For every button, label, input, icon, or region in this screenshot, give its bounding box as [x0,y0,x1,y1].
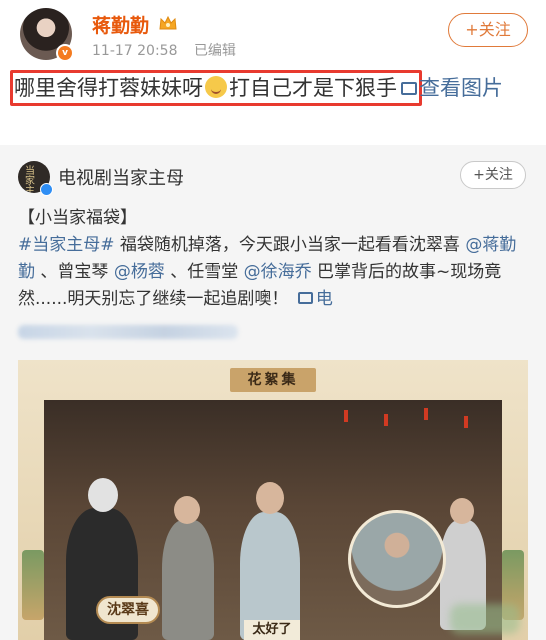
lantern [384,414,388,426]
repost-follow-button[interactable]: +关注 [460,161,526,189]
post-text-part2: 打自己才是下狠手 [229,76,397,100]
character-name-tag: 沈翠喜 [96,596,160,624]
video-icon [297,292,313,304]
crew-head [450,498,474,524]
view-image-link[interactable]: 查看图片 [397,76,503,100]
repost-text-seg1: 福袋随机掉落，今天跟小当家一起看看沈翠喜 [114,235,460,255]
crew-person [162,520,214,640]
view-image-label: 查看图片 [419,76,503,100]
crown-icon [159,15,177,30]
video-thumbnail[interactable]: 花絮集 沈翠喜 太好了 [18,360,528,640]
left-decoration [22,550,44,620]
lantern [464,416,468,428]
edited-label: 已编辑 [193,43,236,59]
repost-title: 【小当家福袋】 [18,208,137,228]
mention-xuhaiqiao[interactable]: @徐海乔 [244,262,312,282]
circle-inset [348,510,446,608]
crew-head [174,496,200,524]
repost-text-seg2: 、曾宝琴 [35,262,109,282]
post-meta: 11-17 20:58 已编辑 [92,40,248,60]
hashtag-link[interactable]: #当家主母# [18,235,115,255]
post-header: v 蒋勤勤 11-17 20:58 已编辑 +关注 [0,0,546,68]
post-timestamp: 11-17 20:58 [92,43,178,59]
verified-badge-icon [40,183,53,196]
post-text: 哪里舍得打蓉妹妹呀 打自己才是下狠手 查看图片 [14,72,534,105]
video-caption: 太好了 [244,620,300,640]
repost-text-seg3: 、任雪堂 [164,262,239,282]
blurred-link-text[interactable] [18,325,238,339]
repost-card[interactable]: 当家主母 电视剧当家主母 +关注 【小当家福袋】 #当家主母# 福袋随机掉落，今… [0,145,546,640]
actress-head [256,482,284,514]
follow-button[interactable]: +关注 [448,13,528,47]
author-name[interactable]: 蒋勤勤 [92,11,149,38]
video-link[interactable]: 电 [294,289,333,309]
laughing-emoji-icon [205,76,227,98]
verified-badge-icon: v [56,44,74,62]
lantern [344,410,348,422]
frame-title: 花絮集 [230,368,316,392]
repost-body: 【小当家福袋】 #当家主母# 福袋随机掉落，今天跟小当家一起看看沈翠喜 @蒋勤勤… [18,205,530,313]
crew-head [88,478,118,512]
watermark [450,604,520,634]
picture-icon [401,82,417,95]
lantern [424,408,428,420]
post-text-part1: 哪里舍得打蓉妹妹呀 [14,76,203,100]
repost-account-name[interactable]: 电视剧当家主母 [58,164,184,190]
video-label: 电 [315,289,333,309]
mention-yangrong[interactable]: @杨蓉 [114,262,165,282]
